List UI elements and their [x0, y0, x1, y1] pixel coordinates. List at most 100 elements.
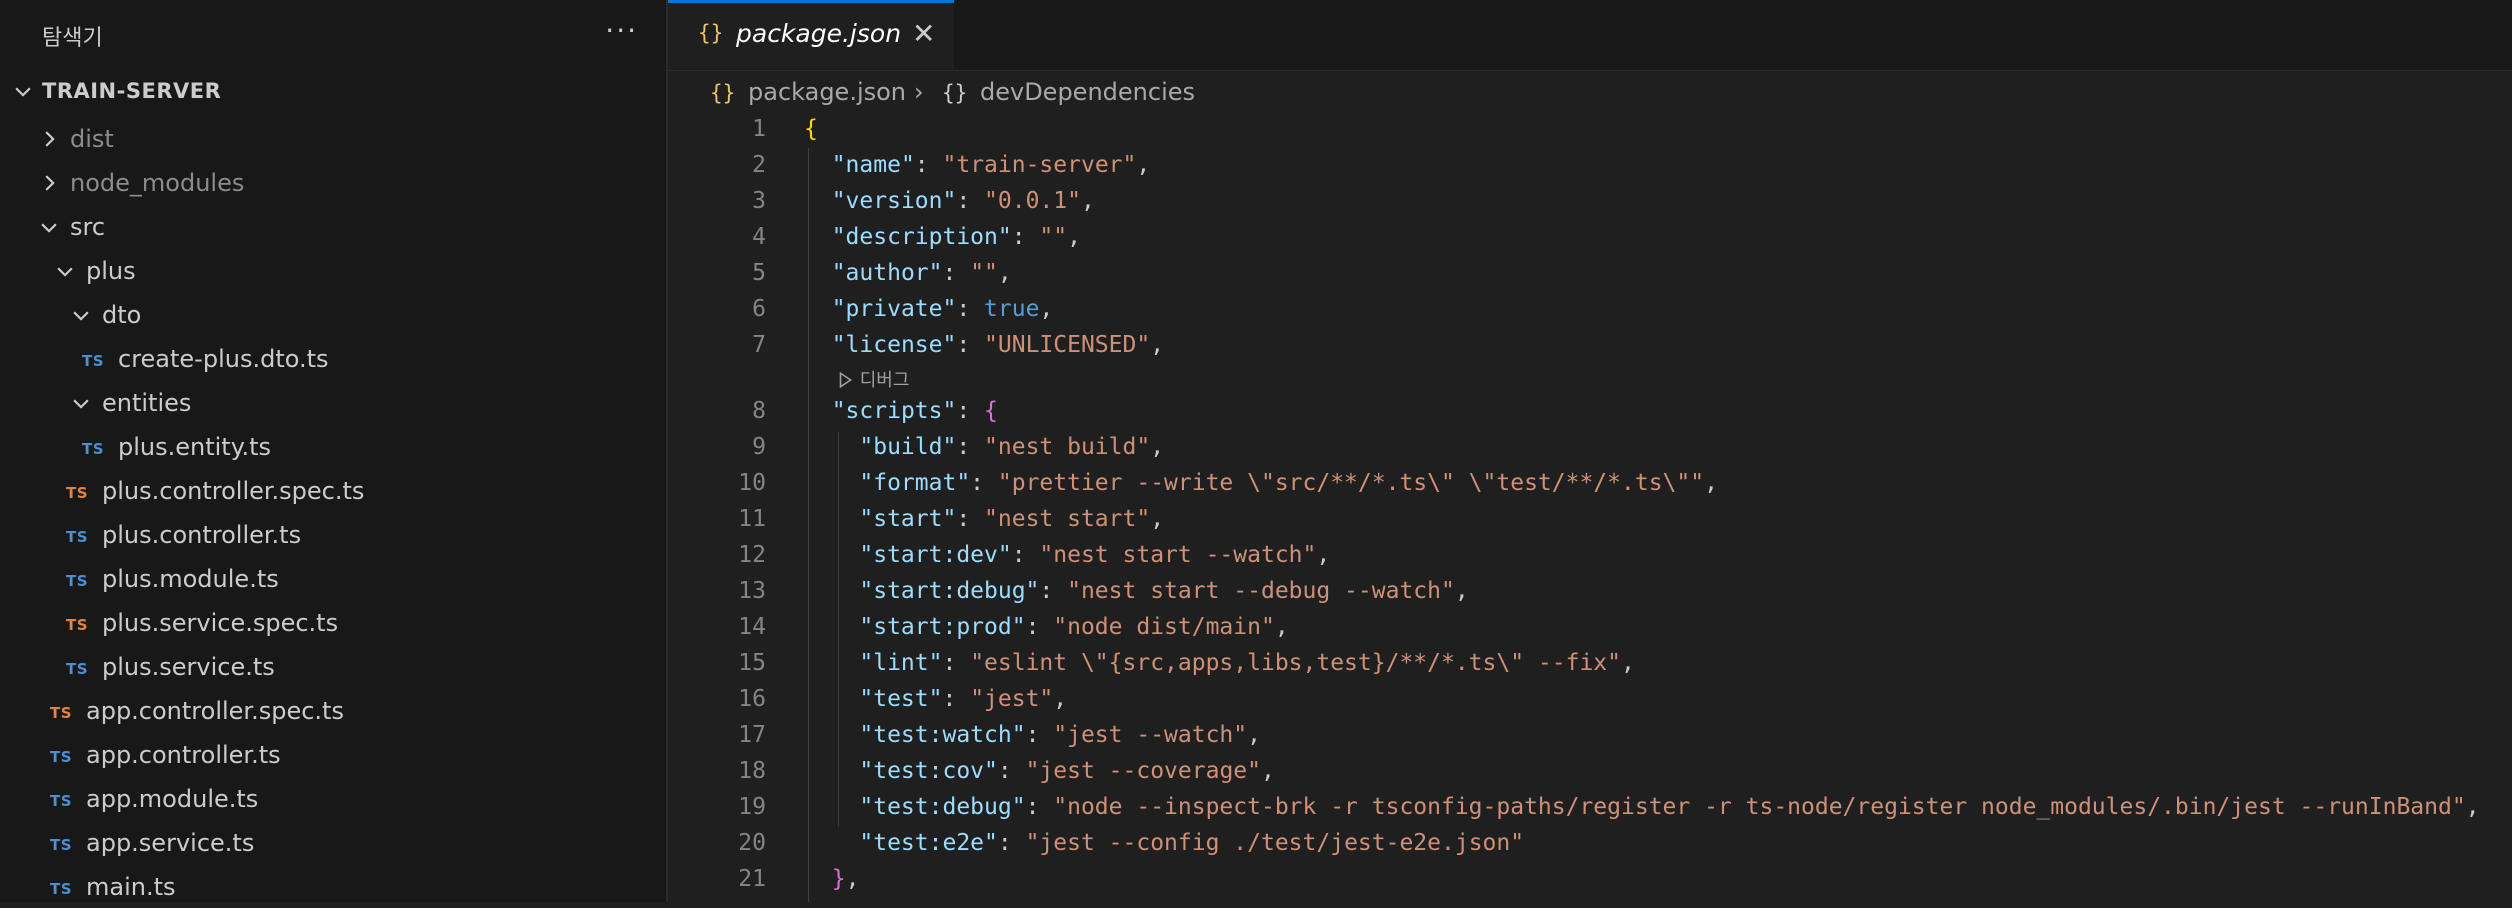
typescript-file-icon: TS	[82, 352, 105, 370]
code-text: "build": "nest build",	[859, 434, 1165, 460]
tab-label: package.json	[736, 19, 902, 48]
code-text: "test": "jest",	[859, 686, 1068, 712]
tree-item-label: plus	[86, 257, 136, 285]
line-number: 14	[738, 614, 766, 640]
code-line: 11 "start": "nest start",	[668, 502, 2512, 538]
tree-item-label: plus.controller.ts	[102, 521, 302, 549]
tree-file[interactable]: TS plus.controller.spec.ts	[0, 470, 666, 512]
code-line: 21 },	[668, 862, 2512, 898]
tree-file[interactable]: TS app.module.ts	[0, 778, 666, 820]
breadcrumb-file[interactable]: package.json	[748, 78, 906, 106]
tree-file[interactable]: TS app.controller.spec.ts	[0, 690, 666, 732]
typescript-file-icon: TS	[50, 880, 73, 898]
tree-folder-node_modules[interactable]: node_modules	[0, 162, 666, 204]
code-line: 1{	[668, 112, 2512, 148]
line-number: 13	[738, 578, 766, 604]
debug-codelens[interactable]: 디버그	[836, 366, 909, 394]
chevron-down-icon	[57, 267, 73, 277]
tree-file[interactable]: TS plus.service.ts	[0, 646, 666, 688]
code-text: "author": "",	[831, 260, 1012, 286]
code-text: "test:cov": "jest --coverage",	[859, 758, 1275, 784]
tree-item-label: create-plus.dto.ts	[118, 345, 329, 373]
code-text: "start": "nest start",	[859, 506, 1165, 532]
chevron-down-icon	[41, 223, 57, 233]
line-number: 9	[752, 434, 766, 460]
chevron-right-icon	[45, 131, 55, 147]
code-line: 16 "test": "jest",	[668, 682, 2512, 718]
tree-folder-dto[interactable]: dto	[0, 294, 666, 336]
play-icon	[839, 371, 853, 389]
tree-folder-dist[interactable]: dist	[0, 118, 666, 160]
chevron-down-icon	[73, 311, 89, 321]
code-text: "private": true,	[831, 296, 1054, 322]
typescript-file-icon: TS	[66, 660, 89, 678]
code-line: 6 "private": true,	[668, 292, 2512, 328]
code-line: 12 "start:dev": "nest start --watch",	[668, 538, 2512, 574]
typescript-file-icon: TS	[66, 616, 89, 634]
tree-item-label: plus.controller.spec.ts	[102, 477, 365, 505]
code-line: 9 "build": "nest build",	[668, 430, 2512, 466]
tree-file[interactable]: TS create-plus.dto.ts	[0, 338, 666, 380]
line-number: 2	[752, 152, 766, 178]
line-number: 20	[738, 830, 766, 856]
tree-file[interactable]: TS app.service.ts	[0, 822, 666, 864]
project-title: TRAIN-SERVER	[42, 79, 222, 103]
editor-area: {} package.json ✕ {} package.json › {} d…	[668, 0, 2512, 902]
line-number: 8	[752, 398, 766, 424]
tree-folder-src[interactable]: src	[0, 206, 666, 248]
code-text: {	[804, 116, 818, 142]
code-editor[interactable]: 디버그 1{2 "name": "train-server", 3 "versio…	[668, 112, 2512, 902]
line-number: 3	[752, 188, 766, 214]
line-number: 7	[752, 332, 766, 358]
code-line: 20 "test:e2e": "jest --config ./test/jes…	[668, 826, 2512, 862]
tree-file[interactable]: TS plus.module.ts	[0, 558, 666, 600]
code-line: 5 "author": "",	[668, 256, 2512, 292]
line-number: 17	[738, 722, 766, 748]
line-number: 16	[738, 686, 766, 712]
tree-file[interactable]: TS app.controller.ts	[0, 734, 666, 776]
code-line: 15 "lint": "eslint \"{src,apps,libs,test…	[668, 646, 2512, 682]
tree-item-label: src	[70, 213, 106, 241]
code-text: "version": "0.0.1",	[831, 188, 1095, 214]
code-line: 13 "start:debug": "nest start --debug --…	[668, 574, 2512, 610]
code-line: 10 "format": "prettier --write \"src/**/…	[668, 466, 2512, 502]
code-text: "start:prod": "node dist/main",	[859, 614, 1289, 640]
line-number: 12	[738, 542, 766, 568]
line-number: 11	[738, 506, 766, 532]
close-icon[interactable]: ✕	[912, 17, 935, 50]
code-line: 18 "test:cov": "jest --coverage",	[668, 754, 2512, 790]
code-line: 4 "description": "",	[668, 220, 2512, 256]
code-line: 14 "start:prod": "node dist/main",	[668, 610, 2512, 646]
project-root[interactable]: TRAIN-SERVER	[0, 74, 666, 110]
json-file-icon: {}	[710, 81, 736, 105]
tree-item-label: app.service.ts	[86, 829, 255, 857]
code-line: 2 "name": "train-server",	[668, 148, 2512, 184]
code-text: "test:e2e": "jest --config ./test/jest-e…	[859, 830, 1525, 856]
more-actions-icon[interactable]: ···	[605, 14, 638, 47]
tree-folder-entities[interactable]: entities	[0, 382, 666, 424]
tree-file[interactable]: TS plus.controller.ts	[0, 514, 666, 556]
tree-file[interactable]: TS plus.entity.ts	[0, 426, 666, 468]
tab-bar: {} package.json ✕	[668, 0, 2512, 71]
json-file-icon: {}	[698, 21, 724, 45]
code-text: "license": "UNLICENSED",	[831, 332, 1165, 358]
tree-file[interactable]: TS plus.service.spec.ts	[0, 602, 666, 644]
line-number: 5	[752, 260, 766, 286]
line-number: 21	[738, 866, 766, 892]
code-line: 7 "license": "UNLICENSED",	[668, 328, 2512, 364]
tree-item-label: entities	[102, 389, 192, 417]
tree-item-label: plus.service.spec.ts	[102, 609, 339, 637]
code-line: 8 "scripts": {	[668, 394, 2512, 430]
code-text: "scripts": {	[831, 398, 998, 424]
code-text: "format": "prettier --write \"src/**/*.t…	[859, 470, 1718, 496]
code-text: "test:watch": "jest --watch",	[859, 722, 1261, 748]
tab-package-json[interactable]: {} package.json ✕	[668, 0, 954, 70]
breadcrumb-separator: ›	[914, 78, 924, 106]
breadcrumb-symbol[interactable]: devDependencies	[980, 78, 1195, 106]
explorer-sidebar: 탐색기 ··· TRAIN-SERVER dist node_modules src…	[0, 0, 668, 902]
typescript-file-icon: TS	[50, 704, 73, 722]
tree-item-label: plus.module.ts	[102, 565, 279, 593]
line-number: 15	[738, 650, 766, 676]
tree-folder-plus[interactable]: plus	[0, 250, 666, 292]
line-number: 6	[752, 296, 766, 322]
